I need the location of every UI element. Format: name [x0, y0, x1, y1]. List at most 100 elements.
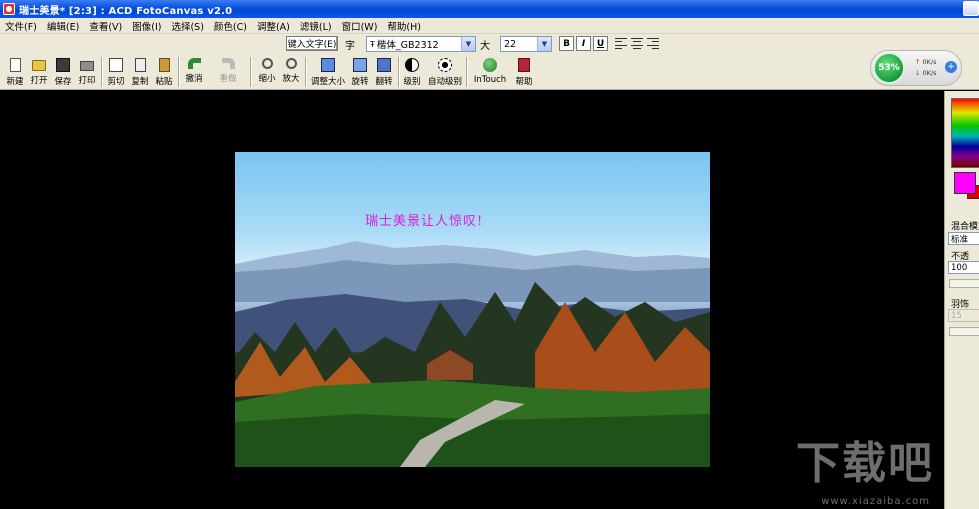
rotate-button[interactable]: 旋转 [348, 56, 372, 88]
zoom-out-icon [261, 58, 273, 69]
resize-button[interactable]: 调整大小 [311, 56, 345, 88]
app-window: 瑞士美景* [2:3] : ACD FotoCanvas v2.0 文件(F) … [0, 0, 979, 509]
copy-icon [134, 58, 146, 72]
open-label: 打开 [30, 76, 48, 86]
opacity-input[interactable]: 100 [948, 261, 979, 274]
new-file-icon [9, 58, 21, 72]
paste-button[interactable]: 粘贴 [152, 56, 176, 88]
window-controls [962, 1, 979, 16]
foreground-color-swatch[interactable] [954, 172, 976, 194]
size-select[interactable]: 22 ▼ [500, 36, 552, 52]
new-label: 新建 [6, 77, 24, 87]
underline-button[interactable]: U [593, 36, 608, 51]
redo-button[interactable]: 重做 [216, 56, 240, 88]
save-button[interactable]: 保存 [51, 56, 75, 88]
auto-levels-icon [438, 58, 452, 72]
align-right-button[interactable] [646, 37, 660, 50]
app-icon[interactable] [3, 3, 15, 15]
upload-speed-value: 0K/s [922, 58, 937, 66]
photo-caption-text[interactable]: 瑞士美景让人惊叹! [365, 210, 483, 229]
new-button[interactable]: 新建 [3, 56, 27, 88]
menu-color[interactable]: 颜色(C) [209, 19, 252, 33]
edited-photo[interactable]: 瑞士美景让人惊叹! [235, 152, 710, 467]
printer-icon [80, 61, 94, 71]
help-button[interactable]: 帮助 [512, 56, 536, 88]
flip-label: 翻转 [375, 77, 393, 87]
feather-slider[interactable] [949, 327, 979, 336]
undo-arrow-icon [187, 58, 201, 69]
chevron-down-icon[interactable]: ▼ [461, 37, 475, 51]
menu-window[interactable]: 窗口(W) [337, 19, 383, 33]
clipboard-icon [158, 58, 170, 72]
scissors-icon [109, 58, 123, 72]
menu-select[interactable]: 选择(S) [166, 19, 208, 33]
menu-filter[interactable]: 滤镜(L) [295, 19, 337, 33]
menu-help[interactable]: 帮助(H) [382, 19, 426, 33]
zoom-in-icon [285, 58, 297, 69]
enter-text-button[interactable]: 键入文字(E) [286, 36, 338, 51]
zoom-out-button[interactable]: 缩小 [255, 56, 279, 88]
help-book-icon [518, 58, 530, 72]
blend-mode-select[interactable]: 标准 [948, 232, 979, 245]
menu-image[interactable]: 图像(I) [127, 19, 166, 33]
align-center-button[interactable] [630, 37, 644, 50]
copy-label: 复制 [131, 77, 149, 87]
upload-speed: ↑ 0K/s [915, 58, 937, 66]
rotate-icon [353, 58, 367, 72]
watermark-logo: 下载吧 [796, 438, 934, 489]
cut-label: 剪切 [107, 77, 125, 87]
rotate-label: 旋转 [351, 77, 369, 87]
levels-label: 级别 [403, 77, 421, 87]
toolbar-separator [178, 57, 180, 87]
download-speed-value: 0K/s [922, 69, 937, 77]
main-toolbar: 新建 打开 保存 打印 剪切 复制 粘贴 撤消 重做 缩小 放大 调整大小 旋转… [0, 54, 979, 90]
flip-button[interactable]: 翻转 [372, 56, 396, 88]
canvas-area[interactable]: 瑞士美景让人惊叹! 下载吧 www.xiazaiba.com [0, 91, 944, 509]
print-button[interactable]: 打印 [75, 56, 99, 88]
cut-button[interactable]: 剪切 [104, 56, 128, 88]
size-select-value: 22 [504, 38, 517, 50]
levels-button[interactable]: 级别 [400, 56, 424, 88]
font-label: 字 [345, 41, 355, 52]
feather-input[interactable]: 15 [948, 309, 979, 322]
undo-button[interactable]: 撤消 [182, 56, 206, 88]
flip-icon [377, 58, 391, 72]
redo-label: 重做 [219, 74, 237, 84]
intouch-label: InTouch [473, 75, 507, 85]
toolbar-separator [250, 57, 252, 87]
network-speed-widget[interactable]: 53% ↑ 0K/s ↓ 0K/s + [870, 50, 962, 86]
auto-levels-button[interactable]: 自动级别 [428, 56, 462, 88]
menu-adjust[interactable]: 调整(A) [252, 19, 295, 33]
chevron-down-icon[interactable]: ▼ [537, 37, 551, 51]
menu-bar: 文件(F) 编辑(E) 查看(V) 图像(I) 选择(S) 颜色(C) 调整(A… [0, 18, 979, 34]
open-button[interactable]: 打开 [27, 56, 51, 88]
menu-edit[interactable]: 编辑(E) [42, 19, 84, 33]
watermark-url: www.xiazaiba.com [821, 496, 930, 507]
color-panel: 混合模式 标准 不透 100 羽饰 15 [944, 91, 979, 509]
copy-button[interactable]: 复制 [128, 56, 152, 88]
italic-button[interactable]: I [576, 36, 591, 51]
opacity-slider[interactable] [949, 279, 979, 288]
floppy-disk-icon [56, 58, 70, 72]
blend-mode-label: 混合模式 [951, 222, 979, 232]
download-speed: ↓ 0K/s [915, 69, 937, 77]
color-picker-spectrum[interactable] [951, 98, 979, 168]
size-label: 大 [480, 41, 490, 52]
bold-button[interactable]: B [559, 36, 574, 51]
menu-view[interactable]: 查看(V) [84, 19, 127, 33]
plus-icon[interactable]: + [945, 61, 957, 73]
down-arrow-icon: ↓ [915, 69, 921, 77]
percent-gauge: 53% [873, 52, 905, 84]
font-select[interactable]: Ŧ 楷体_GB2312 ▼ [366, 36, 476, 52]
zoom-in-button[interactable]: 放大 [279, 56, 303, 88]
align-left-button[interactable] [614, 37, 628, 50]
toolbar-separator [466, 57, 468, 87]
intouch-button[interactable]: InTouch [473, 56, 507, 88]
menu-file[interactable]: 文件(F) [0, 19, 42, 33]
paste-label: 粘贴 [155, 77, 173, 87]
font-type-icon: Ŧ [370, 39, 375, 49]
font-select-value: 楷体_GB2312 [376, 40, 439, 51]
resize-icon [321, 58, 335, 72]
landscape-art [235, 241, 710, 467]
close-window-button[interactable] [963, 1, 979, 16]
